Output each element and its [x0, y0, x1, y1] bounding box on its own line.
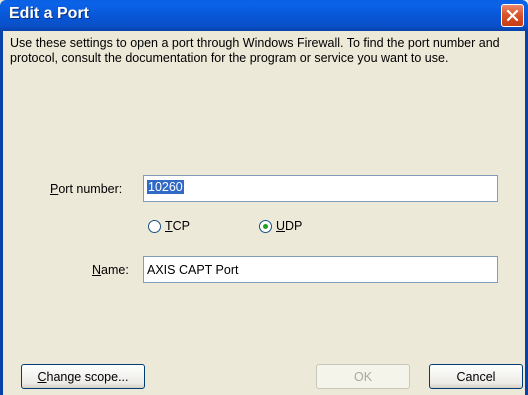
port-number-input[interactable]: 10260 — [143, 175, 498, 202]
tcp-label-rest: CP — [172, 219, 191, 233]
udp-radio-circle[interactable] — [259, 219, 272, 233]
cancel-button[interactable]: Cancel — [429, 364, 523, 389]
port-number-label: Port number: — [50, 182, 122, 196]
change-scope-button[interactable]: Change scope... — [21, 364, 145, 389]
udp-radio-dot — [263, 223, 268, 229]
name-label: Name: — [92, 263, 129, 277]
title-bar[interactable]: Edit a Port — [0, 0, 528, 31]
tcp-radio-circle[interactable] — [148, 219, 161, 233]
udp-radio[interactable]: UDP — [259, 219, 302, 233]
port-label-rest: ort number: — [58, 182, 123, 196]
name-input[interactable] — [143, 256, 498, 283]
ok-button[interactable]: OK — [316, 364, 410, 389]
tcp-radio[interactable]: TCP — [148, 219, 190, 233]
tcp-label: TCP — [165, 219, 190, 233]
name-label-mnemonic: N — [92, 263, 102, 277]
close-button[interactable] — [501, 4, 524, 27]
port-number-value: 10260 — [147, 180, 184, 194]
udp-label-rest: DP — [285, 219, 303, 233]
udp-label: UDP — [276, 219, 302, 233]
dialog-body — [0, 31, 528, 395]
name-label-rest: ame: — [101, 263, 129, 277]
change-scope-label: hange scope... — [46, 369, 129, 384]
udp-mnemonic: U — [276, 219, 286, 233]
intro-text: Use these settings to open a port throug… — [10, 36, 500, 65]
tcp-mnemonic: T — [165, 219, 173, 233]
close-icon — [506, 9, 519, 22]
window-title: Edit a Port — [9, 5, 90, 22]
change-scope-mnemonic: C — [37, 369, 47, 384]
